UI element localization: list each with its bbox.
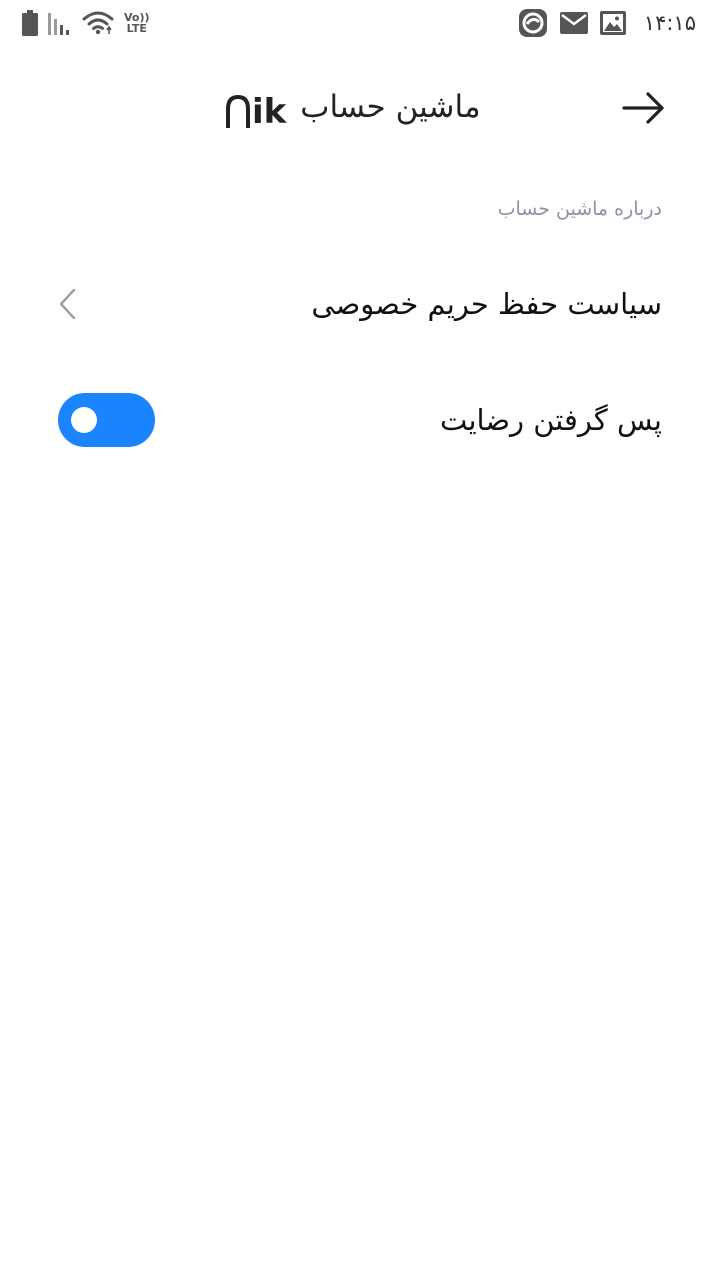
volte-icon: Vo)) LTE — [124, 12, 150, 34]
image-icon — [599, 11, 626, 35]
screen: Vo)) LTE ۱۴:۱۵ ik ماشین حساب درباره ماشی… — [0, 0, 720, 1280]
battery-icon — [22, 10, 38, 36]
wifi-icon — [82, 10, 114, 36]
section-label: درباره ماشین حساب — [497, 198, 662, 220]
privacy-policy-row[interactable]: سیاست حفظ حریم خصوصی — [0, 254, 720, 354]
toggle-knob — [71, 407, 97, 433]
header: ik ماشین حساب — [0, 72, 720, 142]
chevron-left-icon — [56, 287, 78, 321]
revoke-consent-toggle[interactable] — [58, 393, 155, 447]
privacy-policy-label: سیاست حفظ حریم خصوصی — [311, 287, 662, 321]
revoke-consent-label: پس گرفتن رضایت — [440, 403, 662, 437]
back-button[interactable] — [620, 84, 668, 132]
app-notification-icon — [518, 8, 548, 38]
revoke-consent-row: پس گرفتن رضایت — [0, 370, 720, 470]
logo-text: ik — [252, 92, 287, 132]
mail-icon — [559, 12, 588, 34]
status-bar-right: ۱۴:۱۵ — [518, 8, 696, 38]
logo-arch-icon — [224, 82, 252, 132]
signal-icon — [48, 11, 72, 35]
status-bar: Vo)) LTE ۱۴:۱۵ — [0, 0, 720, 48]
app-logo: ik — [224, 82, 286, 132]
volte-bottom-label: LTE — [126, 22, 147, 35]
page-title-text: ماشین حساب — [300, 89, 481, 125]
arrow-right-icon — [622, 92, 664, 124]
page-title: ik ماشین حساب — [224, 82, 481, 132]
status-bar-left: Vo)) LTE — [22, 10, 150, 36]
status-time: ۱۴:۱۵ — [643, 11, 696, 35]
